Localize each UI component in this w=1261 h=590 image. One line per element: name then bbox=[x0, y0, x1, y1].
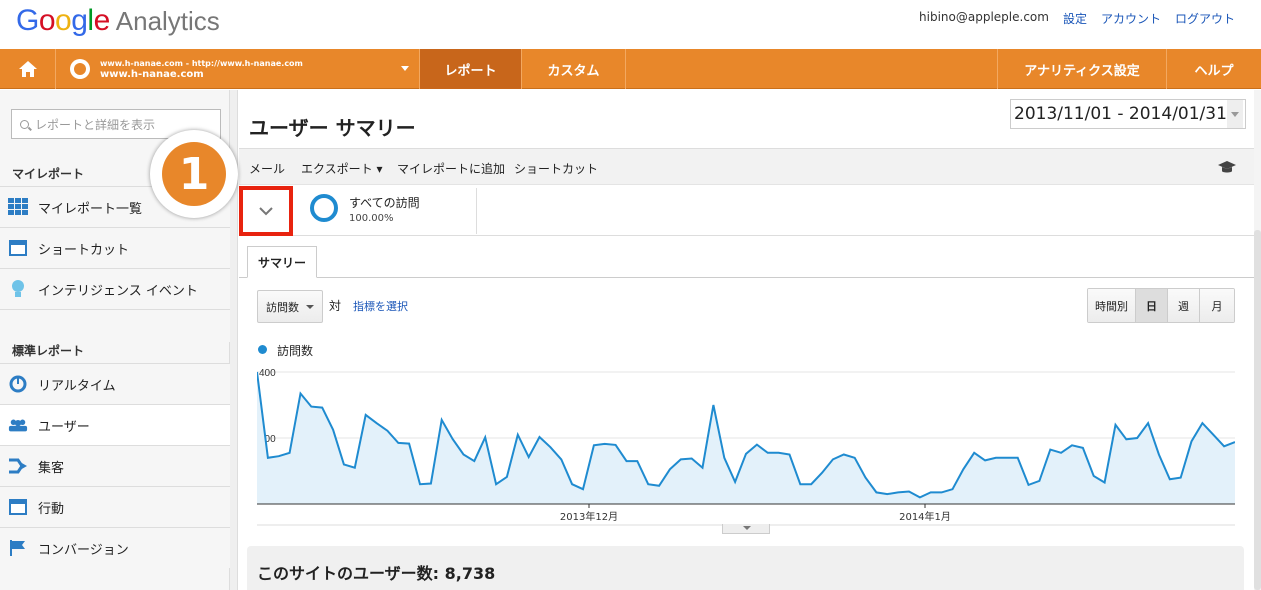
granularity-hourly[interactable]: 時間別 bbox=[1088, 289, 1136, 322]
sidebar-item-label: マイレポート一覧 bbox=[38, 201, 143, 217]
shortcut-button[interactable]: ショートカット bbox=[514, 160, 598, 177]
sidebar-spacer bbox=[0, 309, 230, 342]
main-nav: www.h-nanae.com - http://www.h-nanae.com… bbox=[0, 49, 1261, 89]
search-icon bbox=[20, 119, 29, 129]
legend-marker bbox=[258, 345, 267, 354]
sidebar-item-label: ユーザー bbox=[38, 419, 90, 435]
scrollbar-thumb[interactable] bbox=[1254, 230, 1261, 590]
sidebar-item-label: 集客 bbox=[38, 460, 65, 476]
report-tabs: サマリー bbox=[239, 236, 1261, 278]
sidebar-item-label: コンバージョン bbox=[38, 542, 129, 558]
x-tick-label: 2013年12月 bbox=[560, 510, 618, 523]
logo-product: Analytics bbox=[115, 6, 220, 36]
granularity-selector: 時間別 日 週 月 bbox=[1087, 288, 1235, 323]
page-title: ユーザー サマリー bbox=[249, 116, 416, 140]
user-email: hibino@appleple.com bbox=[919, 10, 1049, 24]
tab-custom[interactable]: カスタム bbox=[522, 49, 626, 89]
globe-icon bbox=[70, 59, 90, 79]
sidebar-item-label: ショートカット bbox=[38, 242, 130, 258]
sidebar-item-shortcuts[interactable]: ショートカット bbox=[0, 227, 230, 268]
sidebar-item-conversion[interactable]: コンバージョン bbox=[0, 527, 230, 568]
logout-link[interactable]: ログアウト bbox=[1175, 10, 1235, 27]
x-tick-label: 2014年1月 bbox=[899, 510, 951, 523]
arrow-merge-icon bbox=[8, 456, 28, 476]
y-tick-label: 400 bbox=[259, 368, 276, 379]
flag-icon bbox=[8, 538, 28, 558]
shortcut-icon bbox=[8, 238, 28, 258]
search-placeholder: レポートと詳細を表示 bbox=[35, 117, 156, 132]
sidebar-item-realtime[interactable]: リアルタイム bbox=[0, 363, 230, 404]
settings-link[interactable]: 設定 bbox=[1063, 10, 1087, 27]
property-name: www.h-nanae.com bbox=[100, 69, 204, 80]
home-icon bbox=[18, 61, 37, 77]
account-links: hibino@appleple.com 設定 アカウント ログアウト bbox=[919, 10, 1235, 27]
realtime-icon bbox=[8, 374, 28, 394]
date-range-picker[interactable]: 2013/11/01 - 2014/01/31 bbox=[1010, 99, 1246, 129]
tab-help[interactable]: ヘルプ bbox=[1167, 49, 1261, 89]
granularity-month[interactable]: 月 bbox=[1200, 289, 1234, 322]
report-toolbar: メール エクスポート ▾ マイレポートに追加 ショートカット bbox=[239, 148, 1261, 185]
summary-users-text: このサイトのユーザー数: 8,738 bbox=[257, 564, 496, 583]
grid-icon bbox=[8, 197, 28, 217]
annotation-badge: 1 bbox=[150, 130, 238, 218]
tab-report[interactable]: レポート bbox=[420, 49, 522, 89]
export-button[interactable]: エクスポート ▾ bbox=[301, 160, 382, 177]
sidebar-item-label: インテリジェンス イベント bbox=[38, 283, 198, 299]
google-analytics-logo[interactable]: Google Analytics bbox=[16, 4, 220, 38]
segment-ring-icon bbox=[310, 194, 338, 222]
behavior-icon bbox=[8, 497, 28, 517]
annotation-number: 1 bbox=[162, 142, 226, 206]
home-button[interactable] bbox=[0, 49, 56, 89]
granularity-week[interactable]: 週 bbox=[1168, 289, 1200, 322]
summary-box: このサイトのユーザー数: 8,738 bbox=[247, 546, 1244, 590]
email-button[interactable]: メール bbox=[249, 160, 285, 177]
choose-metric-link[interactable]: 指標を選択 bbox=[353, 298, 408, 314]
chevron-down-icon bbox=[1227, 100, 1243, 128]
date-range-value: 2013/11/01 - 2014/01/31 bbox=[1014, 104, 1227, 124]
tab-analytics-settings[interactable]: アナリティクス設定 bbox=[997, 49, 1167, 89]
divider bbox=[476, 188, 477, 234]
property-url: www.h-nanae.com - http://www.h-nanae.com bbox=[100, 59, 303, 68]
users-icon bbox=[8, 415, 28, 435]
sidebar-item-acquisition[interactable]: 集客 bbox=[0, 445, 230, 486]
property-selector[interactable]: www.h-nanae.com - http://www.h-nanae.com… bbox=[56, 49, 420, 89]
section-my-reports: マイレポート bbox=[12, 167, 85, 181]
graduation-cap-icon[interactable] bbox=[1217, 159, 1237, 175]
account-link[interactable]: アカウント bbox=[1101, 10, 1161, 27]
sidebar-item-intelligence[interactable]: インテリジェンス イベント bbox=[0, 268, 230, 309]
add-to-dashboard-button[interactable]: マイレポートに追加 bbox=[397, 160, 505, 177]
chevron-down-icon bbox=[259, 206, 273, 215]
sidebar-item-label: 行動 bbox=[38, 501, 65, 517]
chevron-down-icon bbox=[401, 66, 409, 71]
sidebar-item-behavior[interactable]: 行動 bbox=[0, 486, 230, 527]
sidebar-item-users[interactable]: ユーザー bbox=[0, 404, 230, 445]
segment-percentage: 100.00% bbox=[349, 213, 394, 224]
tab-summary[interactable]: サマリー bbox=[247, 246, 317, 278]
lightbulb-icon bbox=[8, 279, 28, 299]
segment-expand-button[interactable] bbox=[239, 186, 293, 236]
chart-expand-handle[interactable] bbox=[722, 524, 770, 534]
segment-row: すべての訪問 100.00% bbox=[239, 186, 1261, 236]
sidebar-item-label: リアルタイム bbox=[38, 378, 116, 394]
metric-select[interactable]: 訪問数 bbox=[257, 290, 323, 323]
main-content: ユーザー サマリー 2013/11/01 - 2014/01/31 メール エク… bbox=[150, 90, 1261, 590]
scrollbar[interactable] bbox=[1254, 90, 1261, 590]
legend-label: 訪問数 bbox=[277, 344, 314, 358]
granularity-day[interactable]: 日 bbox=[1136, 289, 1168, 322]
vs-label: 対 bbox=[329, 299, 342, 313]
segment-name[interactable]: すべての訪問 bbox=[349, 194, 420, 211]
section-standard-reports: 標準レポート bbox=[12, 344, 85, 358]
visits-chart[interactable]: 2004002013年12月 2014年1月 bbox=[257, 364, 1235, 527]
logo-google: Google bbox=[16, 4, 110, 37]
top-header: Google Analytics hibino@appleple.com 設定 ア… bbox=[0, 0, 1261, 48]
